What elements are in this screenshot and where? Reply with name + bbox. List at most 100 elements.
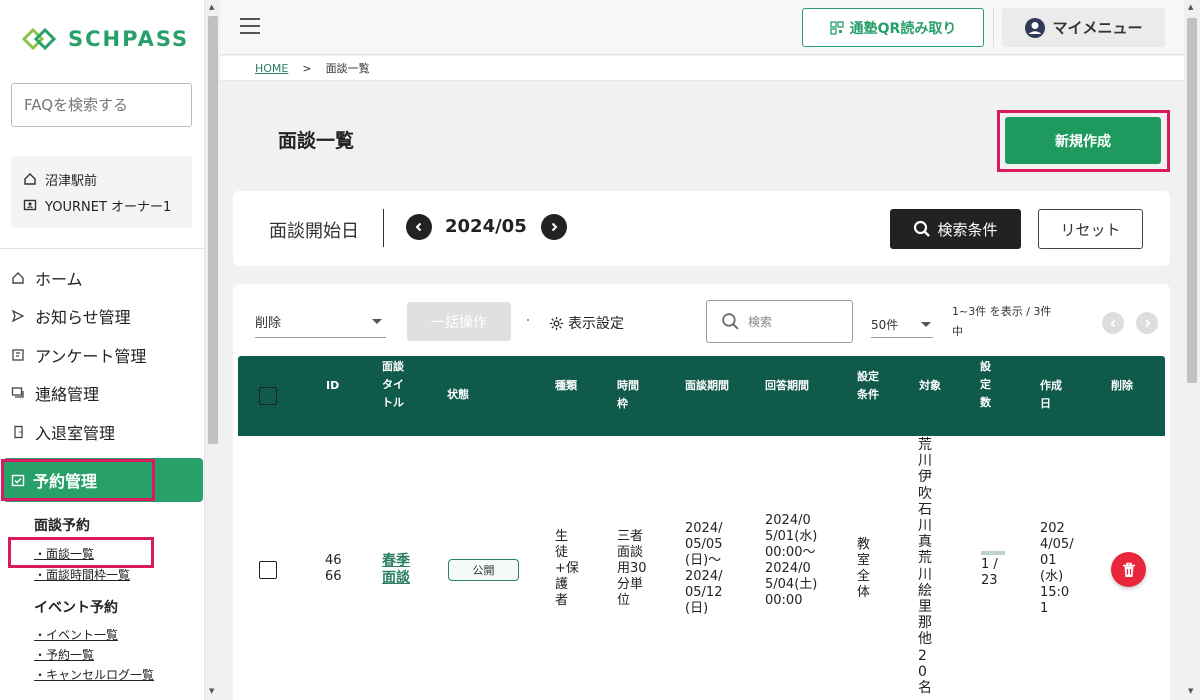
th-answer-period[interactable]: 回答期間: [765, 377, 809, 395]
chevron-left-icon: [1109, 319, 1115, 327]
sidebar-scrollbar[interactable]: ▲ ▼: [204, 0, 220, 700]
trash-icon: [1122, 562, 1135, 577]
subsection-heading: イベント予約: [34, 600, 118, 616]
search-input[interactable]: [748, 314, 838, 329]
nav-home[interactable]: ホーム: [10, 266, 83, 290]
prev-month-button[interactable]: [406, 214, 432, 240]
chevron-right-icon: [551, 222, 558, 232]
select-all-checkbox[interactable]: [259, 387, 277, 405]
prev-page-button[interactable]: [1102, 312, 1124, 334]
reset-button[interactable]: リセット: [1038, 209, 1143, 249]
th-title[interactable]: 面談タイトル: [382, 358, 412, 412]
scroll-down-icon[interactable]: ▼: [1188, 687, 1193, 695]
logo-text: SCHPASS: [68, 27, 190, 51]
qr-icon: [830, 20, 844, 35]
sub-link-event-list[interactable]: ・イベント一覧: [34, 626, 118, 643]
my-menu-button[interactable]: マイメニュー: [1002, 8, 1165, 47]
row-type: 生徒+保護者: [555, 529, 579, 608]
scroll-thumb[interactable]: [1187, 18, 1197, 383]
door-icon: [10, 424, 26, 440]
bulk-action-button[interactable]: 一括操作: [407, 302, 511, 341]
row-answer-period: 2024/05/01(水) 00:00～2024/05/04(土) 00:00: [765, 513, 818, 608]
breadcrumb-separator: >: [302, 61, 312, 75]
sub-link-interview-slots[interactable]: ・面談時間枠一覧: [34, 566, 130, 583]
th-delete: 削除: [1111, 379, 1133, 392]
row-condition: 教室全体: [857, 537, 871, 600]
nav-label: お知らせ管理: [35, 308, 131, 327]
nav-contact[interactable]: 連絡管理: [10, 381, 99, 405]
breadcrumb: HOME > 面談一覧: [220, 56, 1184, 81]
row-slot: 三者面談用30分単位: [617, 529, 647, 608]
gear-icon: [549, 316, 564, 330]
display-settings-label: 表示設定: [568, 316, 624, 332]
row-id: 4666: [325, 553, 342, 584]
row-checkbox[interactable]: [259, 561, 277, 579]
highlight-new-button: [997, 110, 1170, 172]
th-created[interactable]: 作成日: [1040, 377, 1068, 413]
th-target[interactable]: 対象: [919, 377, 941, 395]
qr-button-label: 通塾QR読み取り: [849, 20, 957, 37]
id-card-icon: [23, 199, 37, 211]
highlight-nav-reservation: [1, 459, 155, 501]
delete-button[interactable]: [1111, 552, 1146, 587]
next-month-button[interactable]: [541, 214, 567, 240]
subsection-heading: 面談予約: [34, 518, 90, 534]
faq-search-input[interactable]: [11, 83, 192, 127]
list-card: 削除 一括操作 表示設定 50件 1~3件 を表示 / 3件中: [233, 284, 1170, 700]
th-slot[interactable]: 時間枠: [617, 377, 641, 413]
top-header: 通塾QR読み取り マイメニュー: [220, 0, 1184, 55]
th-status[interactable]: 状態: [447, 386, 469, 404]
breadcrumb-home[interactable]: HOME: [255, 62, 288, 75]
main-scrollbar[interactable]: ▲ ▼: [1184, 0, 1200, 700]
home-icon: [24, 173, 36, 185]
th-id[interactable]: ID: [326, 377, 339, 395]
caret-down-icon: [372, 319, 382, 324]
per-page-select[interactable]: 50件: [871, 312, 933, 338]
logo-icon: [21, 27, 57, 51]
scroll-thumb[interactable]: [208, 16, 218, 444]
row-title-link[interactable]: 春季面談: [382, 553, 414, 587]
count-bar: [981, 551, 1005, 555]
scroll-down-icon[interactable]: ▼: [209, 687, 214, 695]
user-circle-icon: [1025, 17, 1046, 38]
th-count[interactable]: 設定数: [980, 358, 994, 412]
search-condition-label: 検索条件: [937, 220, 998, 239]
breadcrumb-current: 面談一覧: [325, 62, 370, 75]
date-filter-card: 面談開始日 2024/05 検索条件 リセット: [233, 191, 1170, 266]
sidebar: SCHPASS 沼津駅前 YOURNET オーナー1 ホーム お知らせ管理 アン…: [0, 0, 204, 700]
result-count: 1~3件 を表示 / 3件中: [952, 305, 1052, 338]
my-menu-label: マイメニュー: [1052, 19, 1143, 37]
caret-down-icon: [921, 322, 931, 327]
survey-icon: [10, 347, 26, 363]
table-search[interactable]: [706, 300, 853, 343]
nav-entry[interactable]: 入退室管理: [10, 420, 115, 444]
chevron-left-icon: [415, 222, 422, 232]
nav-notice[interactable]: お知らせ管理: [10, 304, 131, 328]
nav-survey[interactable]: アンケート管理: [10, 343, 146, 367]
per-page-value: 50件: [871, 318, 899, 332]
user-row: YOURNET オーナー1: [23, 192, 180, 218]
send-icon: [10, 308, 26, 324]
hamburger-menu-icon[interactable]: [240, 18, 260, 34]
home-icon: [10, 270, 26, 286]
sub-link-reservation-list[interactable]: ・予約一覧: [34, 646, 94, 663]
user-name: YOURNET オーナー1: [45, 199, 172, 215]
action-select-value: 削除: [255, 316, 282, 331]
th-condition[interactable]: 設定条件: [857, 368, 885, 404]
current-month: 2024/05: [445, 216, 527, 237]
table-header: ID 面談タイトル 状態 種類 時間枠 面談期間 回答期間 設定条件 対象 設定…: [238, 356, 1165, 436]
search-condition-button[interactable]: 検索条件: [890, 209, 1021, 249]
chevron-right-icon: [1145, 319, 1151, 327]
scroll-up-icon[interactable]: ▲: [209, 3, 214, 11]
logo[interactable]: SCHPASS: [20, 26, 189, 52]
th-period[interactable]: 面談期間: [685, 377, 731, 395]
next-page-button[interactable]: [1136, 312, 1158, 334]
qr-scan-button[interactable]: 通塾QR読み取り: [802, 8, 984, 47]
date-separator: [383, 209, 384, 247]
row-target: 荒川伊吹石川真荒川絵里那他20名: [918, 437, 932, 697]
action-select[interactable]: 削除: [255, 306, 386, 338]
display-settings-button[interactable]: 表示設定: [549, 313, 624, 333]
th-type[interactable]: 種類: [555, 377, 577, 395]
scroll-up-icon[interactable]: ▲: [1188, 3, 1193, 11]
sub-link-cancel-log[interactable]: ・キャンセルログ一覧: [34, 666, 154, 683]
